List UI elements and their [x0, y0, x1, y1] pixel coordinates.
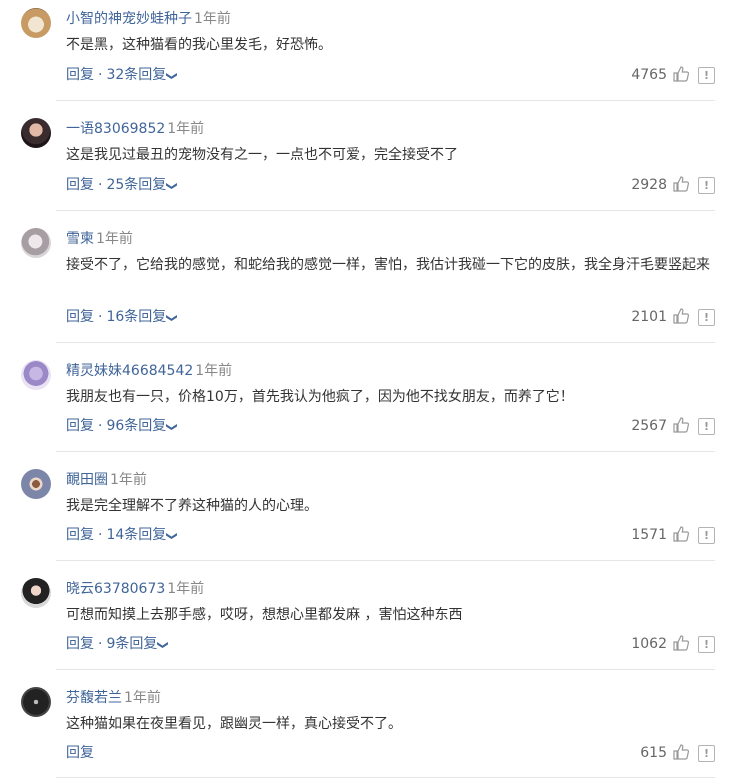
- thumbs-up-icon[interactable]: [672, 743, 690, 761]
- comment-time: 1年前: [167, 121, 205, 137]
- comment-text: 不是黑，这种猫看的我心里发毛，好恐怖。: [66, 37, 332, 53]
- chevron-down-icon: ❯: [165, 531, 179, 541]
- avatar[interactable]: [21, 8, 51, 38]
- divider: [56, 100, 715, 101]
- comment-time: 1年前: [194, 11, 231, 27]
- username[interactable]: 晓云63780673: [66, 581, 165, 597]
- comment-actions: 回复 · 9条回复❯: [66, 635, 170, 654]
- comment-list: 小智的神宠妙蛙种子 1年前 不是黑，这种猫看的我心里发毛，好恐怖。 回复 · 32条回…: [0, 0, 746, 782]
- comment-time: 1年前: [124, 690, 161, 706]
- like-count: 4765: [631, 67, 667, 83]
- comment-time: 1年前: [96, 231, 133, 247]
- separator-dot: ·: [98, 67, 103, 83]
- avatar[interactable]: [21, 118, 51, 148]
- username[interactable]: 雪柬: [66, 231, 94, 247]
- divider: [56, 669, 715, 670]
- comment-text: 我是完全理解不了养这种猫的人的心理。: [66, 498, 318, 514]
- replies-count: 14条回复: [106, 527, 167, 543]
- avatar[interactable]: [21, 360, 51, 390]
- report-icon[interactable]: !: [698, 745, 715, 762]
- replies-count: 96条回复: [106, 418, 167, 434]
- avatar[interactable]: [21, 469, 51, 499]
- replies-count: 16条回复: [106, 309, 167, 325]
- like-count: 2928: [631, 177, 667, 193]
- replies-count: 9条回复: [106, 636, 158, 652]
- chevron-down-icon: ❯: [165, 422, 179, 432]
- report-icon[interactable]: !: [698, 636, 715, 653]
- report-icon[interactable]: !: [698, 418, 715, 435]
- comment-time: 1年前: [110, 472, 147, 488]
- comment-text: 我朋友也有一只，价格10万，首先我认为他疯了，因为他不找女朋友，而养了它！: [66, 389, 574, 405]
- comment-actions: 回复: [66, 744, 94, 762]
- thumbs-up-icon[interactable]: [672, 634, 690, 652]
- comment-time: 1年前: [167, 581, 205, 597]
- view-replies-button[interactable]: 96条回复❯: [106, 418, 178, 434]
- view-replies-button[interactable]: 16条回复❯: [106, 309, 178, 325]
- chevron-down-icon: ❯: [156, 640, 170, 650]
- comment-time: 1年前: [195, 363, 233, 379]
- view-replies-button[interactable]: 9条回复❯: [106, 636, 170, 652]
- comment-text: 这是我见过最丑的宠物没有之一，一点也不可爱，完全接受不了: [66, 147, 458, 163]
- avatar[interactable]: [21, 578, 51, 608]
- avatar[interactable]: [21, 228, 51, 258]
- separator-dot: ·: [98, 527, 103, 543]
- separator-dot: ·: [98, 418, 103, 434]
- separator-dot: ·: [98, 309, 103, 325]
- avatar[interactable]: [21, 687, 51, 717]
- username[interactable]: 小智的神宠妙蛙种子: [66, 11, 192, 27]
- chevron-down-icon: ❯: [165, 71, 179, 81]
- chevron-down-icon: ❯: [165, 181, 179, 191]
- reply-button[interactable]: 回复: [66, 527, 94, 543]
- report-icon[interactable]: !: [698, 177, 715, 194]
- divider: [56, 560, 715, 561]
- reply-button[interactable]: 回复: [66, 745, 94, 761]
- like-count: 2101: [631, 309, 667, 325]
- divider: [56, 210, 715, 211]
- separator-dot: ·: [98, 636, 103, 652]
- comment-actions: 回复 · 14条回复❯: [66, 526, 179, 545]
- like-count: 2567: [631, 418, 667, 434]
- like-count: 1062: [631, 636, 667, 652]
- username[interactable]: 精灵妹妹46684542: [66, 363, 193, 379]
- thumbs-up-icon[interactable]: [672, 175, 690, 193]
- username[interactable]: 芬馥若兰: [66, 690, 122, 706]
- reply-button[interactable]: 回复: [66, 309, 94, 325]
- username[interactable]: 靦田圈: [66, 472, 108, 488]
- thumbs-up-icon[interactable]: [672, 525, 690, 543]
- replies-count: 32条回复: [106, 67, 167, 83]
- thumbs-up-icon[interactable]: [672, 416, 690, 434]
- reply-button[interactable]: 回复: [66, 177, 94, 193]
- like-count: 1571: [631, 527, 667, 543]
- divider: [56, 342, 715, 343]
- replies-count: 25条回复: [106, 177, 167, 193]
- comment-actions: 回复 · 25条回复❯: [66, 176, 179, 195]
- view-replies-button[interactable]: 25条回复❯: [106, 177, 178, 193]
- view-replies-button[interactable]: 14条回复❯: [106, 527, 178, 543]
- comment-actions: 回复 · 96条回复❯: [66, 417, 179, 436]
- view-replies-button[interactable]: 32条回复❯: [106, 67, 178, 83]
- username[interactable]: 一语83069852: [66, 121, 165, 137]
- thumbs-up-icon[interactable]: [672, 307, 690, 325]
- comment-text: 接受不了，它给我的感觉，和蛇给我的感觉一样，害怕，我估计我碰一下它的皮肤，我全身…: [66, 257, 710, 273]
- comment-text: 可想而知摸上去那手感，哎呀，想想心里都发麻 ，害怕这种东西: [66, 607, 463, 623]
- comment-text: 这种猫如果在夜里看见，跟幽灵一样，真心接受不了。: [66, 716, 402, 732]
- divider: [56, 777, 715, 778]
- report-icon[interactable]: !: [698, 309, 715, 326]
- reply-button[interactable]: 回复: [66, 67, 94, 83]
- like-count: 615: [640, 745, 667, 761]
- thumbs-up-icon[interactable]: [672, 65, 690, 83]
- separator-dot: ·: [98, 177, 103, 193]
- chevron-down-icon: ❯: [165, 313, 179, 323]
- report-icon[interactable]: !: [698, 527, 715, 544]
- reply-button[interactable]: 回复: [66, 418, 94, 434]
- comment-actions: 回复 · 16条回复❯: [66, 308, 179, 327]
- reply-button[interactable]: 回复: [66, 636, 94, 652]
- divider: [56, 451, 715, 452]
- comment-actions: 回复 · 32条回复❯: [66, 66, 179, 85]
- report-icon[interactable]: !: [698, 67, 715, 84]
